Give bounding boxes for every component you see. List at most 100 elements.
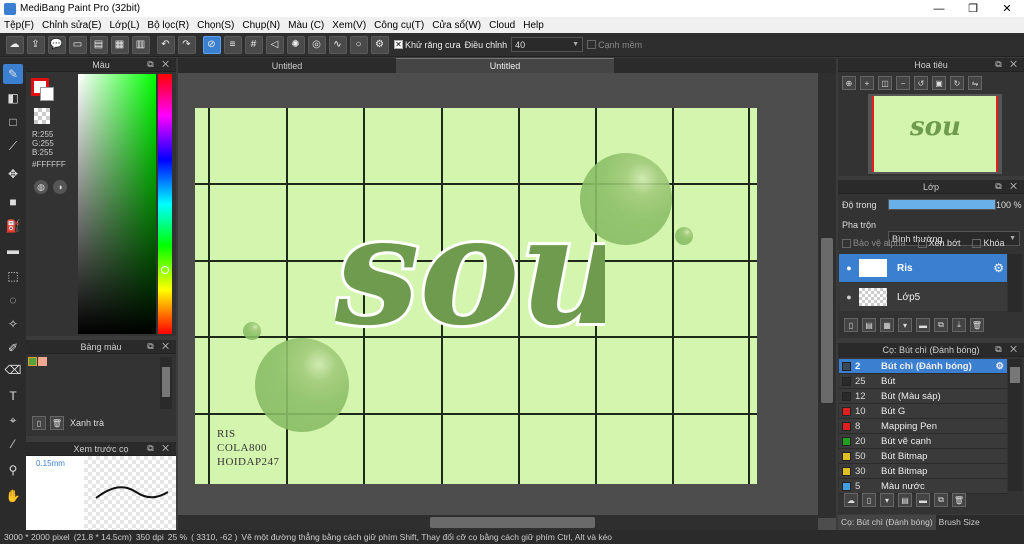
snap-grid-icon[interactable]: #: [244, 35, 263, 54]
eraser-tool-icon[interactable]: ◧: [3, 88, 23, 108]
brush-tool-icon[interactable]: ✎: [3, 64, 23, 84]
share-icon[interactable]: ⇪: [26, 35, 45, 54]
layer-scrollbar[interactable]: [1008, 254, 1022, 312]
layer-row[interactable]: ● Ris ⚙: [839, 254, 1007, 282]
delete-brush-icon[interactable]: 🗑: [952, 493, 966, 507]
snap-radial-icon[interactable]: ✺: [286, 35, 305, 54]
saturation-value-picker[interactable]: [78, 74, 156, 334]
lock-checkbox[interactable]: [972, 238, 982, 248]
zoom-out-icon[interactable]: −: [896, 76, 910, 90]
brush-row[interactable]: 30 Bút Bitmap: [839, 464, 1007, 479]
panel-close-icon[interactable]: ⧉ ✕: [147, 59, 172, 70]
snap-ellipse-icon[interactable]: ○: [349, 35, 368, 54]
palette-swatch[interactable]: [38, 357, 47, 366]
tab-brush-size[interactable]: Brush Size: [936, 515, 983, 530]
comment-icon[interactable]: 💬: [47, 35, 66, 54]
brush-row[interactable]: 50 Bút Bitmap: [839, 449, 1007, 464]
text-tool-icon[interactable]: T: [3, 386, 23, 406]
vertical-scroll-thumb[interactable]: [821, 238, 833, 403]
brush-row[interactable]: 2 Bút chì (Đánh bóng) ⚙: [839, 359, 1007, 374]
duplicate-layer-icon[interactable]: ⧉: [934, 318, 948, 332]
zoom-fit-icon[interactable]: ⊕: [842, 76, 856, 90]
cloud-icon[interactable]: ☁: [5, 35, 24, 54]
layout-icon[interactable]: ▥: [131, 35, 150, 54]
page-icon[interactable]: ▭: [68, 35, 87, 54]
hue-cursor[interactable]: [161, 266, 169, 274]
snap-settings-icon[interactable]: ⚙: [370, 35, 389, 54]
document-icon[interactable]: ▤: [89, 35, 108, 54]
edge-checkbox[interactable]: [587, 40, 597, 49]
snap-concentric-icon[interactable]: ◎: [307, 35, 326, 54]
panel-close-icon[interactable]: ⧉ ✕: [147, 443, 172, 454]
brush-settings-icon[interactable]: ▤: [898, 493, 912, 507]
layer-visibility-icon[interactable]: ●: [839, 292, 859, 302]
horizontal-scroll-thumb[interactable]: [430, 517, 595, 528]
color-wheel-icon[interactable]: ◍: [34, 180, 48, 194]
brush-settings-gear-icon[interactable]: ⚙: [995, 361, 1004, 372]
zoom-in-icon[interactable]: +: [860, 76, 874, 90]
new-8bit-layer-icon[interactable]: ▦: [880, 318, 894, 332]
brush-row[interactable]: 25 Bút: [839, 374, 1007, 389]
hue-slider[interactable]: [158, 74, 172, 334]
maximize-button[interactable]: ❐: [956, 0, 990, 17]
brush-row[interactable]: 5 Màu nước: [839, 479, 1007, 494]
redo-button[interactable]: ↷: [177, 35, 196, 54]
palette-swatch[interactable]: [28, 357, 37, 366]
sv-cursor[interactable]: [78, 74, 84, 80]
fill-rect-tool-icon[interactable]: ■: [3, 192, 23, 212]
minimize-button[interactable]: —: [922, 0, 956, 17]
operation-tool-icon[interactable]: ⌖: [3, 410, 23, 430]
rotate-left-icon[interactable]: ↺: [914, 76, 928, 90]
reset-view-icon[interactable]: ▣: [932, 76, 946, 90]
menu-cloud[interactable]: Cloud: [485, 20, 519, 31]
menu-layer[interactable]: Lớp(L): [106, 20, 144, 31]
new-folder-icon[interactable]: ▬: [916, 318, 930, 332]
protect-alpha-checkbox[interactable]: [842, 238, 851, 248]
brush-row[interactable]: 8 Mapping Pen: [839, 419, 1007, 434]
menu-tools[interactable]: Công cụ(T): [370, 20, 428, 31]
snap-perspective-icon[interactable]: ◁: [265, 35, 284, 54]
canvas-vertical-scrollbar[interactable]: [818, 73, 836, 518]
snap-curve-icon[interactable]: ∿: [328, 35, 347, 54]
pages-grid-icon[interactable]: ▦: [110, 35, 129, 54]
menu-filter[interactable]: Bộ lọc(R): [143, 20, 193, 31]
duplicate-brush-icon[interactable]: ⧉: [934, 493, 948, 507]
snap-parallel-icon[interactable]: ≡: [223, 35, 242, 54]
panel-close-icon[interactable]: ⧉ ✕: [147, 341, 172, 352]
tab-brush[interactable]: Cọ: Bút chì (Đánh bóng): [838, 515, 936, 530]
brush-cloud-icon[interactable]: ☁: [844, 493, 858, 507]
panel-close-icon[interactable]: ⧉ ✕: [995, 59, 1020, 70]
palette-scrollbar[interactable]: [160, 357, 172, 409]
dot-tool-icon[interactable]: □: [3, 112, 23, 132]
select-rect-tool-icon[interactable]: ⬚: [3, 266, 23, 286]
menu-snap[interactable]: Chụp(N): [238, 20, 284, 31]
brush-row[interactable]: 12 Bút (Màu sáp): [839, 389, 1007, 404]
eyedropper-tool-icon[interactable]: ⚲: [3, 460, 23, 480]
menu-window[interactable]: Cửa sổ(W): [428, 20, 485, 31]
line-tool-icon[interactable]: ⟋: [3, 136, 23, 156]
hand-tool-icon[interactable]: ✋: [3, 486, 23, 506]
divide-tool-icon[interactable]: ⁄: [3, 434, 23, 454]
zoom-actual-icon[interactable]: ◫: [878, 76, 892, 90]
layer-visibility-icon[interactable]: ●: [839, 263, 859, 273]
antialias-checkbox[interactable]: ✕: [394, 40, 403, 49]
new-brush-icon[interactable]: ▯: [862, 493, 876, 507]
opacity-slider[interactable]: [888, 199, 996, 210]
rotate-right-icon[interactable]: ↻: [950, 76, 964, 90]
menu-color[interactable]: Màu (C): [284, 20, 328, 31]
layer-settings-gear-icon[interactable]: ⚙: [993, 261, 1004, 275]
flip-icon[interactable]: ⇋: [968, 76, 982, 90]
brush-row[interactable]: 10 Bút G: [839, 404, 1007, 419]
close-button[interactable]: ✕: [990, 0, 1024, 17]
menu-select[interactable]: Chọn(S): [193, 20, 238, 31]
brush-folder-icon[interactable]: ▬: [916, 493, 930, 507]
panel-close-icon[interactable]: ⧉ ✕: [995, 344, 1020, 355]
delete-layer-icon[interactable]: 🗑: [970, 318, 984, 332]
menu-help[interactable]: Help: [519, 20, 548, 31]
adjust-select[interactable]: 40 ▼: [511, 37, 584, 52]
transparent-swatch[interactable]: [34, 108, 50, 124]
delete-palette-icon[interactable]: 🗑: [50, 416, 64, 430]
tab-document-2[interactable]: Untitled: [396, 58, 614, 73]
menu-file[interactable]: Tệp(F): [0, 20, 38, 31]
color-settings-icon[interactable]: ◑: [53, 180, 67, 194]
